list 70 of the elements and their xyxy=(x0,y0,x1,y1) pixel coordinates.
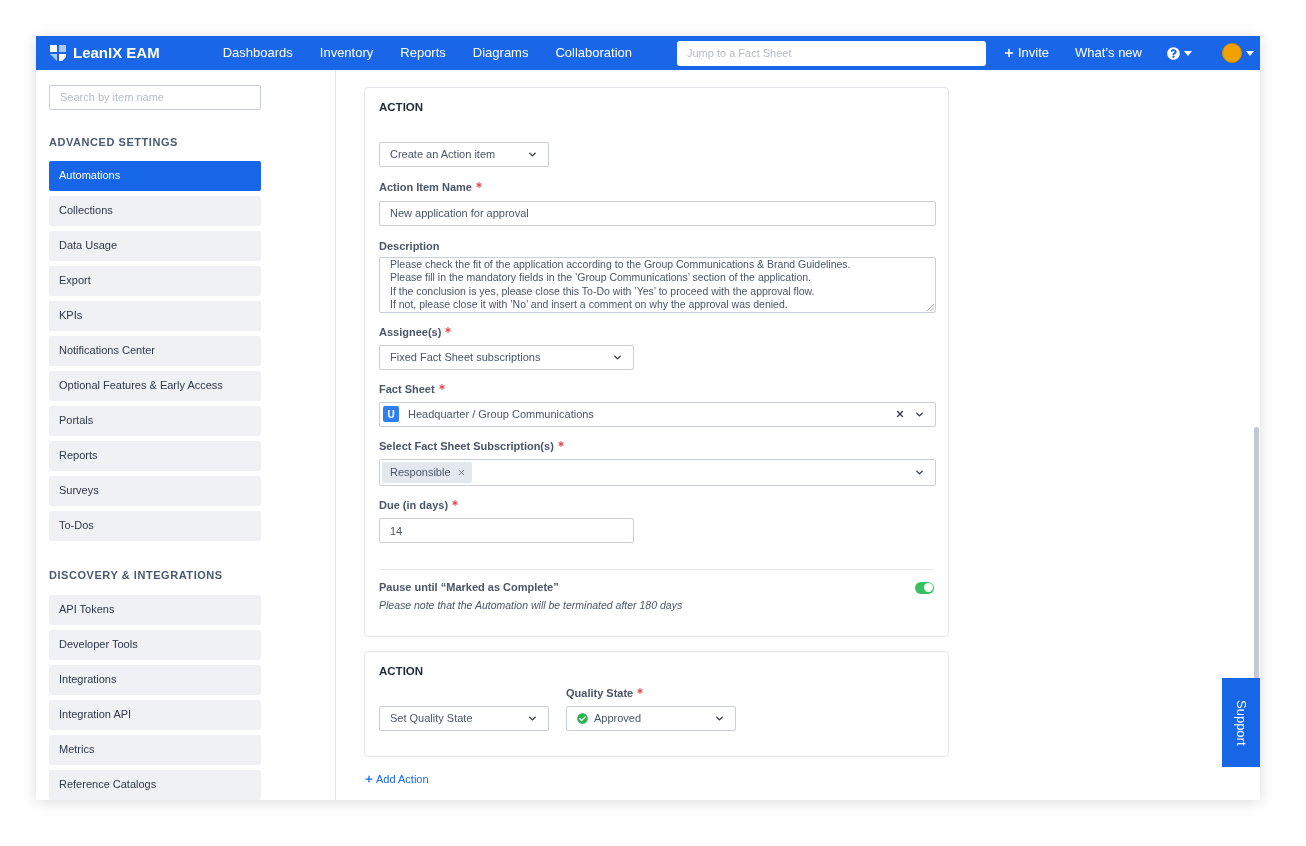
number-input[interactable]: 14 xyxy=(379,518,634,543)
tag-label: Responsible xyxy=(390,464,451,480)
field-label: Select Fact Sheet Subscription(s) xyxy=(379,439,554,453)
field-label: Description xyxy=(379,239,440,253)
section-heading: ADVANCED SETTINGS xyxy=(49,134,178,149)
add-action-link[interactable]: Add Action xyxy=(364,771,429,788)
description-field[interactable]: Please check the fit of the application according to the Group Communications & Brand Guidelines. Please fill in the mandatory fields in the ’Group Communications’ section of the application. If the conclusion is yes, please close this To-Do with ’Yes’ to proceed with the approval flow. If not, please close it with ’No’ and insert a comment on why the approval was denied. xyxy=(379,256,936,313)
plus-icon xyxy=(364,774,374,785)
nav-link[interactable]: Dashboards xyxy=(222,43,293,63)
help-icon xyxy=(1167,46,1180,60)
sidebar-item[interactable]: Data Usage xyxy=(49,230,261,261)
help-menu-button[interactable] xyxy=(1167,46,1192,60)
field-label: Fact Sheet xyxy=(379,382,435,396)
chevron-down-icon xyxy=(714,713,725,724)
sidebar-item[interactable]: Automations xyxy=(49,160,261,191)
avatar-placeholder xyxy=(1222,43,1242,63)
action-type-select[interactable]: Create an Action item xyxy=(379,142,549,167)
sidebar-item[interactable]: To-Dos xyxy=(49,510,261,541)
sidebar-item[interactable]: Optional Features & Early Access xyxy=(49,370,261,401)
scrollbar-thumb[interactable] xyxy=(1254,427,1259,680)
caret-down-icon xyxy=(1184,50,1192,56)
sidebar-item[interactable]: Developer Tools xyxy=(49,629,261,660)
sidebar-item[interactable]: KPIs xyxy=(49,300,261,331)
nav-link[interactable]: Reports xyxy=(400,43,446,63)
chevron-down-icon xyxy=(527,149,538,160)
fact-sheet-select[interactable]: U Headquarter / Group Communications xyxy=(379,401,936,427)
resize-handle-icon[interactable] xyxy=(927,303,934,311)
whats-new-link[interactable]: What’s new xyxy=(1075,43,1142,63)
chevron-down-icon xyxy=(527,713,538,724)
pause-label: Pause until “Marked as Complete” xyxy=(379,581,559,594)
sidebar-item[interactable]: API Tokens xyxy=(49,594,261,625)
section-heading: DISCOVERY & INTEGRATIONS xyxy=(49,567,223,582)
text-input[interactable]: New application for approval xyxy=(379,200,936,226)
field-label: Action Item Name xyxy=(379,181,472,194)
sidebar-item[interactable]: Collections xyxy=(49,195,261,226)
assignee-select[interactable]: Fixed Fact Sheet subscriptions xyxy=(379,344,634,370)
field-label: Assignee(s) xyxy=(379,325,442,339)
account-menu-button[interactable] xyxy=(1222,43,1254,63)
search-field[interactable]: Search by item name xyxy=(49,84,261,110)
clear-icon[interactable] xyxy=(895,409,905,419)
nav-link[interactable]: Diagrams xyxy=(472,43,529,63)
sidebar-item[interactable]: Reference Catalogs xyxy=(49,769,261,800)
card-title: ACTION xyxy=(379,100,424,114)
sidebar-item[interactable]: Reports xyxy=(49,440,261,471)
sidebar-item[interactable]: Integrations xyxy=(49,664,261,695)
action-type-select[interactable]: Set Quality State xyxy=(379,706,549,731)
invite-button[interactable]: Invite xyxy=(1002,43,1050,63)
sidebar-item[interactable]: Export xyxy=(49,265,261,296)
caret-down-icon xyxy=(1246,50,1254,56)
sidebar-item[interactable]: Metrics xyxy=(49,734,261,765)
search-field[interactable]: Jump to a Fact Sheet xyxy=(676,40,986,66)
sidebar-item[interactable]: Surveys xyxy=(49,475,261,506)
toggle-switch[interactable] xyxy=(915,581,934,594)
brand-name[interactable]: LeanIX EAM xyxy=(73,41,160,65)
card-title: ACTION xyxy=(379,664,424,678)
remove-icon[interactable] xyxy=(456,467,466,477)
plus-icon xyxy=(1002,47,1015,59)
logo-icon[interactable] xyxy=(50,45,66,61)
support-tab[interactable]: Support xyxy=(1222,678,1260,767)
field-label: Due (in days) xyxy=(379,498,449,512)
sidebar-item[interactable]: Integration API xyxy=(49,699,261,730)
quality-state-select[interactable]: Approved xyxy=(566,706,736,731)
nav-link[interactable]: Inventory xyxy=(319,43,374,63)
field-label: Quality State xyxy=(566,687,634,700)
sidebar-item[interactable]: Notifications Center xyxy=(49,335,261,366)
pause-note: Please note that the Automation will be terminated after 180 days xyxy=(379,599,683,612)
type-badge: U xyxy=(383,406,399,422)
nav-link[interactable]: Collaboration xyxy=(555,43,633,63)
subscription-select[interactable]: Responsible xyxy=(379,458,936,486)
sidebar-item[interactable]: Portals xyxy=(49,405,261,436)
